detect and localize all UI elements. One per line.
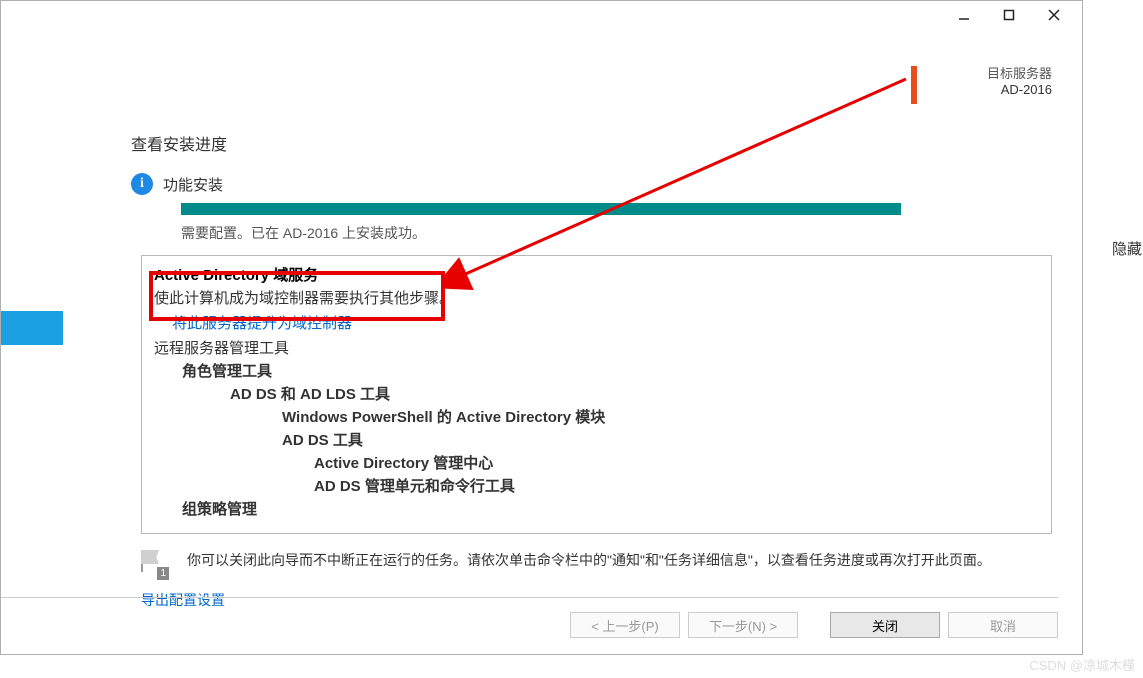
maximize-button[interactable] — [986, 3, 1031, 27]
install-status: 功能安装 — [163, 174, 223, 195]
flag-count: 1 — [157, 567, 169, 580]
close-wizard-button[interactable]: 关闭 — [830, 612, 940, 638]
button-row: < 上一步(P) 下一步(N) > 关闭 取消 — [1, 597, 1058, 638]
flag-icon: 1 — [141, 550, 169, 578]
target-label: 目标服务器 — [987, 63, 1052, 82]
side-hide-text[interactable]: 隐藏 — [1112, 238, 1142, 259]
info-icon: i — [131, 173, 153, 195]
item-adds-adlds: AD DS 和 AD LDS 工具 — [230, 383, 1039, 404]
item-adds-snapin: AD DS 管理单元和命令行工具 — [314, 475, 1039, 496]
prev-button: < 上一步(P) — [570, 612, 680, 638]
item-role-tools: 角色管理工具 — [182, 360, 1039, 381]
config-status: 需要配置。已在 AD-2016 上安装成功。 — [181, 223, 1052, 243]
item-gp-mgmt: 组策略管理 — [182, 498, 1039, 519]
section-title: 查看安装进度 — [131, 131, 1052, 155]
item-ad-admin-center: Active Directory 管理中心 — [314, 452, 1039, 473]
promote-dc-link[interactable]: 将此服务器提升为域控制器 — [172, 312, 352, 333]
item-remote-tools: 远程服务器管理工具 — [154, 337, 1039, 358]
hint-row: 1 你可以关闭此向导而不中断正在运行的任务。请依次单击命令栏中的"通知"和"任务… — [141, 550, 1052, 578]
result-desc: 使此计算机成为域控制器需要执行其他步骤。 — [154, 287, 1039, 308]
annotation-mark — [911, 66, 917, 104]
results-box: Active Directory 域服务 使此计算机成为域控制器需要执行其他步骤… — [141, 255, 1052, 534]
item-adds-tools: AD DS 工具 — [282, 429, 1039, 450]
close-button[interactable] — [1031, 3, 1076, 27]
wizard-window: 目标服务器 AD-2016 查看安装进度 i 功能安装 需要配置。已在 AD-2… — [0, 0, 1083, 655]
titlebar — [1, 1, 1082, 29]
watermark: CSDN @凉城木槿 — [1029, 655, 1135, 674]
hint-text: 你可以关闭此向导而不中断正在运行的任务。请依次单击命令栏中的"通知"和"任务详细… — [187, 550, 991, 571]
content-area: 查看安装进度 i 功能安装 需要配置。已在 AD-2016 上安装成功。 Act… — [131, 131, 1052, 610]
info-row: i 功能安装 — [131, 173, 1052, 195]
minimize-button[interactable] — [941, 3, 986, 27]
progress-bar — [181, 203, 901, 215]
cancel-button: 取消 — [948, 612, 1058, 638]
target-server-info: 目标服务器 AD-2016 — [987, 63, 1052, 97]
item-powershell-ad: Windows PowerShell 的 Active Directory 模块 — [282, 406, 1039, 427]
sidebar-active-step — [1, 311, 63, 345]
result-title: Active Directory 域服务 — [154, 264, 1039, 285]
next-button: 下一步(N) > — [688, 612, 798, 638]
target-server-name: AD-2016 — [987, 82, 1052, 97]
